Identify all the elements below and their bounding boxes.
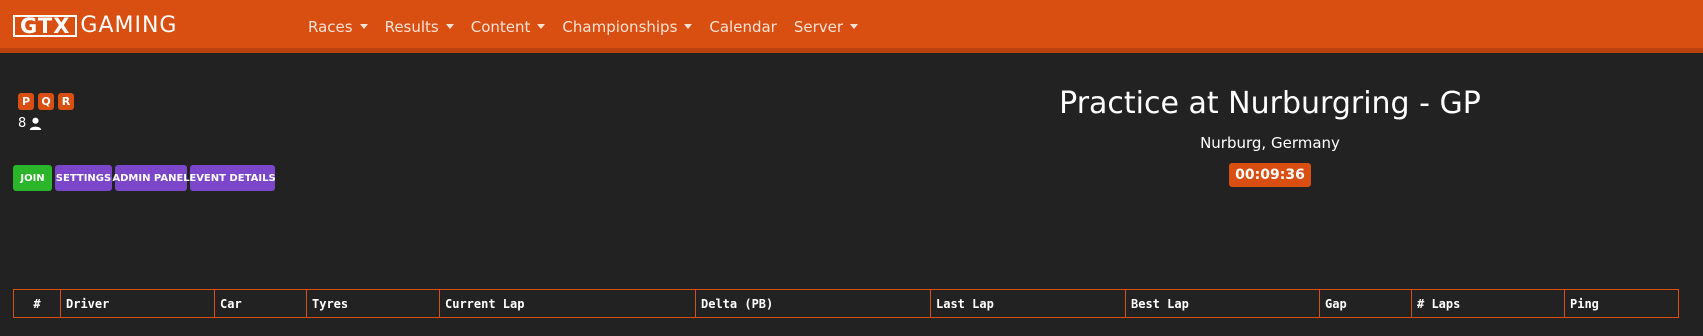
nav-content-label: Content <box>470 17 531 36</box>
main-nav: Races Results Content Championships Cale… <box>308 0 875 53</box>
nav-championships-label: Championships <box>562 17 678 36</box>
col-position[interactable]: # <box>13 289 61 318</box>
col-best-lap[interactable]: Best Lap <box>1125 289 1320 318</box>
col-tyres[interactable]: Tyres <box>306 289 440 318</box>
logo-text: GAMING <box>80 13 178 38</box>
session-badges: P Q R <box>18 93 78 110</box>
session-badge-practice: P <box>18 93 34 110</box>
col-last-lap[interactable]: Last Lap <box>930 289 1126 318</box>
caret-down-icon <box>537 24 546 29</box>
nav-content[interactable]: Content <box>471 18 546 36</box>
join-button[interactable]: JOIN <box>13 165 52 191</box>
action-buttons: JOIN SETTINGS ADMIN PANEL EVENT DETAILS <box>13 165 278 191</box>
caret-down-icon <box>445 24 454 29</box>
col-delta[interactable]: Delta (PB) <box>695 289 931 318</box>
col-driver[interactable]: Driver <box>60 289 215 318</box>
admin-panel-button[interactable]: ADMIN PANEL <box>112 165 190 191</box>
col-current-lap[interactable]: Current Lap <box>439 289 696 318</box>
top-navbar: GTX GAMING Races Results Content Champio… <box>0 0 1703 53</box>
nav-server-label: Server <box>793 17 844 36</box>
player-count-value: 8 <box>18 116 27 131</box>
live-timing-table: # Driver Car Tyres Current Lap Delta (PB… <box>13 289 1679 318</box>
user-icon <box>30 117 42 130</box>
nav-calendar[interactable]: Calendar <box>709 18 776 36</box>
session-badge-qualifying: Q <box>38 93 54 110</box>
nav-results[interactable]: Results <box>385 18 454 36</box>
session-timer-wrap: 00:09:36 <box>1000 163 1540 187</box>
player-count: 8 <box>18 116 42 131</box>
col-gap[interactable]: Gap <box>1319 289 1412 318</box>
event-location: Nurburg, Germany <box>1200 134 1340 152</box>
caret-down-icon <box>359 24 368 29</box>
col-laps[interactable]: # Laps <box>1411 289 1565 318</box>
nav-races[interactable]: Races <box>308 18 368 36</box>
nav-championships[interactable]: Championships <box>562 17 693 36</box>
brand-logo[interactable]: GTX GAMING <box>13 13 177 39</box>
logo-box: GTX <box>13 15 78 37</box>
nav-results-label: Results <box>384 17 439 36</box>
event-details-button[interactable]: EVENT DETAILS <box>189 165 276 191</box>
nav-calendar-label: Calendar <box>709 17 777 36</box>
nav-server[interactable]: Server <box>793 17 859 36</box>
session-badge-race: R <box>58 93 74 110</box>
caret-down-icon <box>684 24 693 29</box>
col-car[interactable]: Car <box>214 289 307 318</box>
settings-button[interactable]: SETTINGS <box>55 165 112 191</box>
col-ping[interactable]: Ping <box>1564 289 1679 318</box>
session-timer: 00:09:36 <box>1229 163 1311 187</box>
event-title: Practice at Nurburgring - GP <box>1059 86 1481 121</box>
table-header-row: # Driver Car Tyres Current Lap Delta (PB… <box>13 289 1679 318</box>
caret-down-icon <box>850 24 859 29</box>
nav-races-label: Races <box>308 17 353 36</box>
